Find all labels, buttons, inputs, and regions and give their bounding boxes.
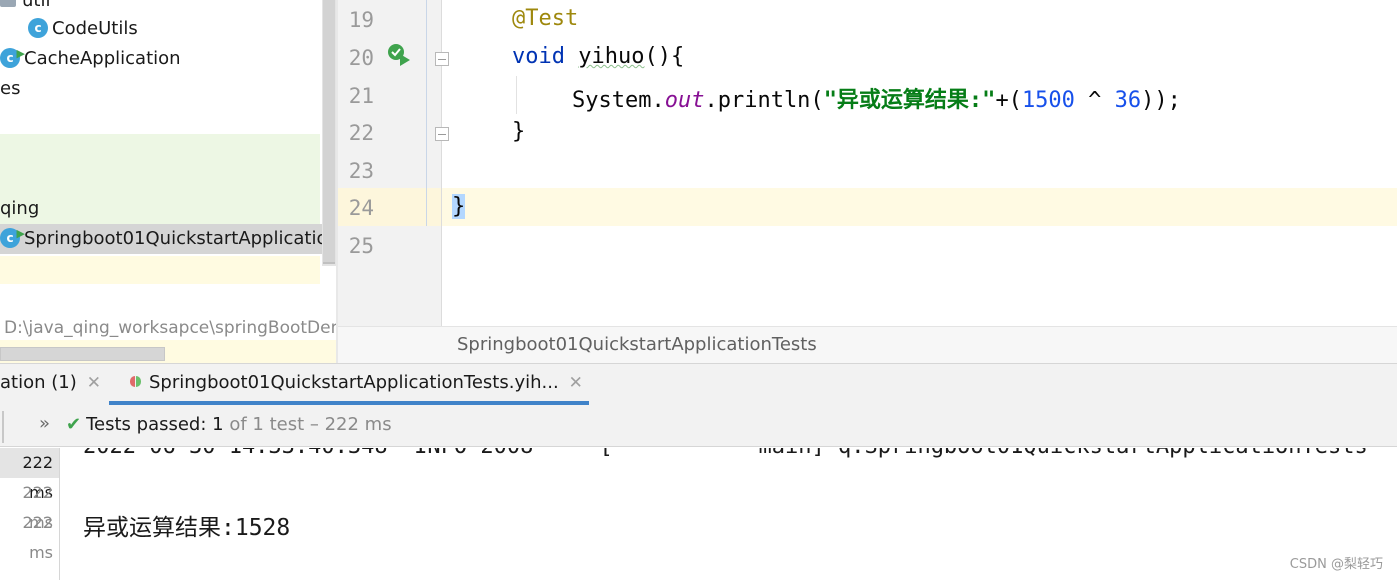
code-line-22[interactable]: }	[512, 119, 525, 144]
toolbar-separator	[2, 411, 4, 443]
console-log-line: 2022-06-30 14:33:40.348 INFO 2008 --- [ …	[83, 448, 1368, 459]
tab-label: Springboot01QuickstartApplicationTests.y…	[149, 372, 559, 393]
line-number: 22	[348, 121, 374, 145]
junit-icon	[130, 376, 141, 387]
tree-highlight-region	[0, 134, 320, 226]
tree-item-label: util	[22, 0, 51, 11]
keyword-token: void	[512, 44, 565, 69]
tests-summary-text: of 1 test – 222 ms	[229, 414, 392, 435]
run-toolbar: » ✔ Tests passed: 1 of 1 test – 222 ms	[0, 405, 1397, 447]
tree-horizontal-scrollbar[interactable]	[0, 347, 165, 361]
gutter-separator	[441, 0, 442, 326]
class-icon: c	[28, 18, 48, 38]
run-tab-bar: ation (1) ✕ Springboot01QuickstartApplica…	[0, 363, 1397, 405]
tree-item-label: es	[0, 78, 21, 99]
code-token: }	[512, 119, 526, 144]
project-path: D:\java_qing_worksapce\springBootDemo	[4, 318, 338, 338]
test-result-row[interactable]: 222 ms	[0, 478, 59, 532]
close-icon[interactable]: ✕	[569, 373, 583, 393]
code-token: +(	[995, 88, 1022, 113]
close-icon[interactable]: ✕	[87, 373, 101, 393]
string-token: "异或运算结果:"	[823, 88, 996, 113]
console-output[interactable]: 2022-06-30 14:33:40.348 INFO 2008 --- [ …	[61, 448, 1397, 580]
code-token: .println(	[704, 88, 824, 113]
code-line-20[interactable]: void yihuo(){	[512, 44, 684, 69]
tree-package-qing[interactable]: qing	[0, 194, 39, 224]
watermark: CSDN @梨轻巧	[1289, 557, 1383, 572]
project-tree-panel: util c CodeUtils c ▶ CacheApplication es qi…	[0, 0, 338, 363]
annotation-token: @Test	[512, 6, 579, 31]
spring-class-icon: c ▶	[0, 47, 25, 68]
tree-item-label: CodeUtils	[52, 18, 138, 39]
matched-brace-token: }	[452, 194, 466, 219]
more-actions-button[interactable]: »	[39, 413, 50, 434]
field-token: out	[664, 88, 705, 113]
breadcrumb-label[interactable]: Springboot01QuickstartApplicationTests	[457, 334, 817, 355]
line-number: 23	[348, 159, 374, 183]
tab-run-tests[interactable]: Springboot01QuickstartApplicationTests.y…	[130, 372, 583, 393]
code-token: System.	[572, 88, 665, 113]
number-token: 1500	[1021, 88, 1075, 113]
run-test-gutter-icon[interactable]	[386, 42, 414, 68]
check-icon: ✔	[66, 414, 82, 435]
code-line-24[interactable]: }	[452, 194, 466, 219]
tree-item-springboot-tests[interactable]: c▶Springboot01QuickstartApplicationTests	[0, 224, 338, 254]
test-result-row[interactable]: 222 ms	[0, 448, 59, 502]
code-token: (){	[644, 44, 685, 69]
tree-folder-resources[interactable]: es	[0, 74, 20, 104]
tests-passed-text: Tests passed: 1	[86, 414, 224, 435]
tab-label: ation (1)	[0, 372, 77, 393]
line-number: 20	[348, 46, 374, 70]
tree-vertical-scrollbar[interactable]	[322, 0, 336, 266]
current-line-highlight	[442, 188, 1397, 226]
tab-run-application[interactable]: ation (1) ✕	[0, 372, 101, 393]
tree-item-cacheapplication[interactable]: c ▶ CacheApplication	[0, 44, 181, 74]
code-line-19[interactable]: @Test	[512, 6, 578, 31]
code-editor[interactable]: 19 20 21 22 23 24 25 @Test void yihuo(){…	[338, 0, 1397, 363]
console-result-line: 异或运算结果:1528	[83, 515, 291, 541]
line-number: 21	[348, 84, 374, 108]
indent-guide	[516, 76, 517, 114]
folder-icon	[0, 0, 16, 7]
code-line-21[interactable]: System.out.println("异或运算结果:"+(1500 ^ 36)…	[572, 82, 1181, 114]
code-token: ));	[1141, 88, 1181, 113]
tree-highlight-region-yellow	[0, 256, 320, 284]
tree-item-label: Springboot01QuickstartApplicationTests	[24, 228, 338, 249]
method-name-token: yihuo	[578, 44, 645, 69]
editor-margin-line	[426, 0, 427, 226]
tree-item-label: qing	[0, 198, 40, 219]
line-number: 25	[348, 234, 374, 258]
editor-breadcrumb[interactable]: Springboot01QuickstartApplicationTests	[338, 326, 1397, 363]
tree-item-codeutils[interactable]: c CodeUtils	[28, 14, 138, 44]
fold-marker-icon[interactable]	[435, 52, 449, 66]
test-class-icon: c ▶	[0, 227, 25, 248]
line-number: 24	[348, 196, 374, 220]
scrollbar-thumb[interactable]	[323, 0, 335, 264]
test-result-row[interactable]: 222 ms	[0, 508, 59, 562]
tree-item-label: CacheApplication	[24, 48, 181, 69]
number-token: 36	[1114, 88, 1142, 113]
line-number: 19	[348, 8, 374, 32]
operator-token: ^	[1074, 88, 1115, 113]
test-results-tree: 222 ms 222 ms 222 ms	[0, 448, 60, 580]
fold-marker-icon[interactable]	[435, 127, 449, 141]
test-status: ✔ Tests passed: 1 of 1 test – 222 ms	[66, 414, 392, 435]
